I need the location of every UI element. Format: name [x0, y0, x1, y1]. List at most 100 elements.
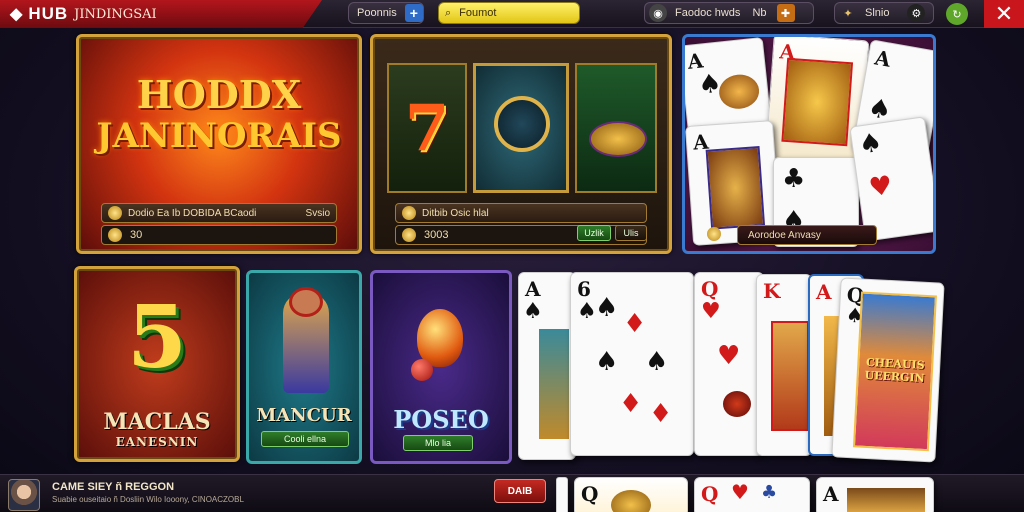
playing-card: ♠ ♥: [849, 116, 933, 242]
search-pill[interactable]: ⌕ Foumot: [438, 2, 580, 24]
slot-reel-right: [575, 63, 657, 193]
brand-area[interactable]: ◆ HUB JINDINGSAI: [0, 0, 322, 28]
card-art: [717, 72, 761, 111]
playing-card[interactable]: K: [756, 274, 812, 456]
tile-info-text: Ditbib Osic hlal: [422, 207, 489, 219]
spade-icon: ♠: [645, 347, 669, 377]
search-label: Foumot: [459, 7, 497, 19]
heart-icon: ♥: [701, 299, 721, 324]
card-rank: 6: [577, 277, 591, 301]
spade-icon: ♠: [523, 299, 543, 324]
rewards-pill-badge: Nb: [752, 7, 767, 19]
poseo-title: POSEO: [393, 405, 489, 434]
spade-icon: ♠: [856, 127, 885, 161]
bottom-title: CAME SIEY ñ REGGON: [52, 481, 175, 493]
game-tile-slot[interactable]: 7 Ditbib Osic hlal 3003 Uzlik Ulis: [370, 34, 672, 254]
brand-name: HUB: [28, 4, 69, 23]
playing-card[interactable]: Q: [574, 477, 688, 512]
poseo-play-button[interactable]: Mlo lia: [403, 435, 473, 451]
balance-pill[interactable]: Poonnis +: [348, 2, 424, 24]
settings-icon[interactable]: ⚙: [907, 4, 926, 22]
red-orb-icon: [411, 359, 433, 381]
brand-subtitle: JINDINGSAI: [74, 6, 157, 22]
tile-value: 30: [130, 229, 143, 241]
game-tile-hoddx[interactable]: HODDX JANINORAIS Dodio Ea Ib DOBIDA BCao…: [76, 34, 362, 254]
playing-card[interactable]: Q ♥ ♣: [694, 477, 810, 512]
top-bar: ◆ HUB JINDINGSAI Poonnis + ⌕ Foumot ◉ Fa…: [0, 0, 1024, 28]
card-rank: A: [816, 280, 832, 304]
gift-icon[interactable]: ✚: [776, 4, 795, 22]
search-icon: ⌕: [445, 6, 452, 19]
card-art: [611, 490, 651, 512]
club-icon: ♣: [761, 482, 778, 503]
playing-card[interactable]: 6 ♠ ♠ ♦ ♠ ♠ ♦ ♦: [570, 272, 694, 456]
club-icon: ♣: [782, 164, 806, 194]
maclas-title: MACLAS: [103, 409, 211, 435]
game-tile-cards[interactable]: A ♠ A A ♠ A ♣ ♠ ♠ ♥ Aorodoe Anvasy: [682, 34, 936, 254]
card-art: [705, 146, 766, 230]
game-tile-mancur[interactable]: MANCUR Cooli ellna: [246, 270, 362, 464]
card-art: CHEAUIS UEERGIN: [852, 291, 937, 452]
tile-info-bar: Dodio Ea Ib DOBIDA BCaodi Svsio: [101, 203, 337, 223]
mancur-title: MANCUR: [256, 405, 352, 426]
diamond-icon: ♦: [649, 399, 673, 429]
diamond-icon: ♦: [623, 309, 647, 339]
game-tile-poseo[interactable]: POSEO Mlo lia: [370, 270, 512, 464]
game-tile-maclas[interactable]: 5 MACLAS EANESNIN: [74, 266, 240, 462]
play-game-button[interactable]: DAIB: [494, 479, 546, 503]
profile-pill-label: Slnio: [865, 7, 890, 19]
playing-card[interactable]: Q ♥ ♥: [694, 272, 764, 456]
slot-info-button[interactable]: Ulis: [615, 225, 647, 241]
tile-value: 3003: [424, 229, 449, 241]
golden-lamp-icon: [589, 121, 647, 157]
card-art: [771, 321, 809, 431]
mancur-play-button[interactable]: Cooli ellna: [261, 431, 349, 447]
card-art: [781, 57, 854, 147]
refresh-icon[interactable]: ↻: [946, 3, 968, 25]
coin-icon: [402, 228, 416, 242]
tile-info-text: Dodio Ea Ib DOBIDA BCaodi: [128, 207, 257, 219]
tile-info-bar: Aorodoe Anvasy: [737, 225, 877, 245]
card-poster-title: CHEAUIS UEERGIN: [864, 355, 926, 385]
bottom-bar: CAME SIEY ñ REGGON Suabie ouseitaio ñ Do…: [0, 474, 1024, 512]
playing-card[interactable]: Q ♠ CHEAUIS UEERGIN: [831, 277, 945, 463]
playing-card: [556, 477, 568, 512]
playing-card[interactable]: A ♠: [518, 272, 576, 460]
maclas-subtitle: EANESNIN: [115, 435, 199, 449]
profile-pill[interactable]: ✦ Slnio ⚙: [834, 2, 934, 24]
bell-icon: ✦: [843, 7, 853, 20]
lucky-seven-symbol: 7: [404, 91, 450, 166]
tile-info-text: Aorodoe Anvasy: [748, 229, 821, 241]
tile-value-bar: 30: [101, 225, 337, 245]
tile-info-right: Svsio: [305, 207, 330, 219]
diamond-logo-icon: ◆: [10, 6, 23, 23]
diamond-icon: ♦: [619, 389, 643, 419]
slot-play-button[interactable]: Uzlik: [577, 225, 611, 241]
close-button[interactable]: ✕: [984, 0, 1024, 28]
character-head: [289, 287, 323, 317]
balance-pill-label: Poonnis: [357, 7, 397, 19]
coin-icon: [402, 206, 416, 220]
rewards-pill-label: Faodoc hwds: [675, 7, 741, 19]
tile-info-bar: Ditbib Osic hlal: [395, 203, 647, 223]
add-funds-button[interactable]: +: [404, 4, 423, 22]
heart-icon: ♥: [717, 341, 741, 371]
coin-icon: [108, 228, 122, 242]
compass-icon: [494, 96, 550, 152]
slot-reel-left: 7: [387, 63, 467, 193]
coin-icon: [108, 206, 122, 220]
tile-title-line2: JANINORAIS: [96, 116, 342, 156]
avatar[interactable]: [8, 479, 40, 511]
card-art: [847, 488, 925, 512]
rewards-pill[interactable]: ◉ Faodoc hwds Nb ✚: [644, 2, 814, 24]
spade-icon: ♠: [595, 293, 619, 323]
card-art: [539, 329, 569, 439]
card-rank: K: [763, 279, 781, 303]
coin-icon: [707, 227, 721, 241]
card-rank: Q: [701, 482, 719, 506]
tile-title-line1: HODDX: [136, 72, 302, 117]
card-rank: A: [872, 45, 893, 72]
card-rank: A: [823, 482, 839, 506]
playing-card[interactable]: A: [816, 477, 934, 512]
card-rank: Q: [701, 277, 719, 301]
